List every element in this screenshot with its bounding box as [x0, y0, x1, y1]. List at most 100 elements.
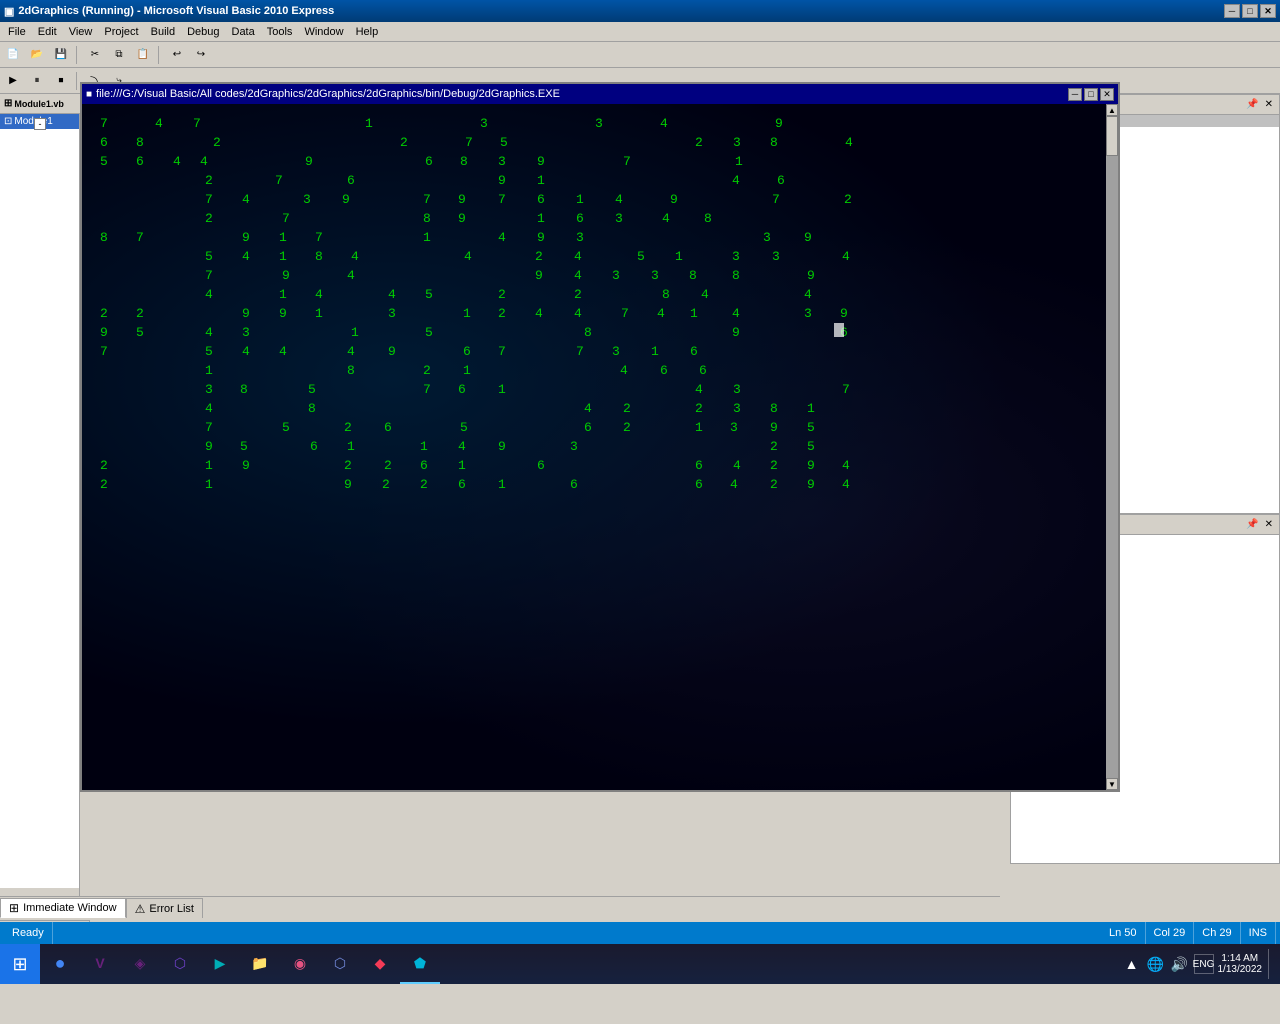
tb-copy[interactable]: ⧉: [108, 45, 130, 65]
taskbar-app8[interactable]: ◆: [360, 944, 400, 984]
number-cell: 8: [770, 401, 778, 416]
menu-debug[interactable]: Debug: [181, 24, 225, 40]
maximize-button[interactable]: □: [1242, 4, 1258, 18]
clock[interactable]: 1:14 AM 1/13/2022: [1218, 953, 1263, 975]
close-panel-bottom[interactable]: ✕: [1263, 519, 1275, 530]
number-cell: 1: [690, 306, 698, 321]
number-cell: 8: [460, 154, 468, 169]
tree-expand-button[interactable]: -: [34, 118, 46, 130]
taskbar-chrome[interactable]: ●: [40, 944, 80, 984]
number-cell: 9: [807, 268, 815, 283]
module-tab[interactable]: ⊞ Module1.vb: [0, 94, 80, 114]
status-ready: Ready: [4, 922, 53, 944]
tb-sep1: [76, 46, 80, 64]
number-cell: 7: [315, 230, 323, 245]
number-cell: 4: [315, 287, 323, 302]
tab-immediate-window[interactable]: ⊞ Immediate Window: [0, 898, 126, 918]
taskbar-vb-active[interactable]: ⬟: [400, 944, 440, 984]
close-button[interactable]: ✕: [1260, 4, 1276, 18]
number-cell: 6: [699, 363, 707, 378]
tb-save[interactable]: 💾: [50, 45, 72, 65]
menu-window[interactable]: Window: [298, 24, 349, 40]
number-cell: 9: [279, 306, 287, 321]
menu-project[interactable]: Project: [98, 24, 144, 40]
menu-file[interactable]: File: [2, 24, 32, 40]
number-cell: 2: [205, 173, 213, 188]
number-cell: 9: [670, 192, 678, 207]
console-scrollbar[interactable]: ▲ ▼: [1106, 104, 1118, 790]
number-cell: 3: [733, 135, 741, 150]
number-cell: 1: [498, 477, 506, 492]
number-cell: 6: [420, 458, 428, 473]
taskbar-player[interactable]: ▶: [200, 944, 240, 984]
tb-cut[interactable]: ✂: [84, 45, 106, 65]
app-icon: ▣: [4, 5, 14, 18]
taskbar-discord[interactable]: ⬡: [320, 944, 360, 984]
number-cell: 7: [623, 154, 631, 169]
network-icon[interactable]: 🌐: [1146, 954, 1166, 974]
console-icon: ■: [86, 89, 92, 100]
number-cell: 4: [574, 249, 582, 264]
scroll-down-arrow[interactable]: ▼: [1106, 778, 1118, 790]
sound-icon[interactable]: 🔊: [1170, 954, 1190, 974]
taskbar-vs[interactable]: ◈: [120, 944, 160, 984]
taskbar-vb[interactable]: V: [80, 944, 120, 984]
show-desktop[interactable]: [1268, 949, 1272, 979]
taskbar-github[interactable]: ⬡: [160, 944, 200, 984]
tb-redo[interactable]: ↪: [190, 45, 212, 65]
pin-button-top[interactable]: 📌: [1244, 99, 1260, 110]
tb-new[interactable]: 📄: [2, 45, 24, 65]
scroll-thumb[interactable]: [1106, 116, 1118, 156]
number-cell: 1: [695, 420, 703, 435]
number-cell: 4: [205, 287, 213, 302]
scroll-up-arrow[interactable]: ▲: [1106, 104, 1118, 116]
console-maximize[interactable]: □: [1084, 88, 1098, 101]
number-cell: 7: [205, 420, 213, 435]
code-area: ⊡ Module1: [0, 114, 79, 888]
tb-start[interactable]: ▶: [2, 71, 24, 91]
taskbar-folder[interactable]: 📁: [240, 944, 280, 984]
menu-bar: File Edit View Project Build Debug Data …: [0, 22, 1280, 42]
number-cell: 6: [690, 344, 698, 359]
number-cell: 9: [342, 192, 350, 207]
tb-stop[interactable]: ⏹: [50, 71, 72, 91]
status-ready-text: Ready: [12, 927, 44, 939]
tb-pause[interactable]: ⏸: [26, 71, 48, 91]
tb-paste[interactable]: 📋: [132, 45, 154, 65]
scroll-track[interactable]: [1106, 116, 1118, 778]
pin-button-bottom[interactable]: 📌: [1244, 519, 1260, 530]
number-cell: 4: [279, 344, 287, 359]
menu-help[interactable]: Help: [350, 24, 385, 40]
number-cell: 2: [574, 287, 582, 302]
number-cell: 7: [576, 344, 584, 359]
number-cell: 5: [100, 154, 108, 169]
console-minimize[interactable]: ─: [1068, 88, 1082, 101]
tb-undo[interactable]: ↩: [166, 45, 188, 65]
start-button[interactable]: ⊞: [0, 944, 40, 984]
taskbar-app6[interactable]: ◉: [280, 944, 320, 984]
number-cell: 2: [420, 477, 428, 492]
close-panel-top[interactable]: ✕: [1263, 99, 1275, 110]
number-cell: 8: [423, 211, 431, 226]
app6-icon: ◉: [288, 951, 312, 975]
console-close[interactable]: ✕: [1100, 88, 1114, 101]
github-icon: ⬡: [168, 951, 192, 975]
number-cell: 4: [662, 211, 670, 226]
status-ins: INS: [1241, 922, 1276, 944]
number-cell: 3: [595, 116, 603, 131]
status-col-text: Col 29: [1154, 927, 1186, 939]
menu-view[interactable]: View: [63, 24, 99, 40]
minimize-button[interactable]: ─: [1224, 4, 1240, 18]
menu-tools[interactable]: Tools: [261, 24, 299, 40]
system-tray-up[interactable]: ▲: [1122, 954, 1142, 974]
ime-icon[interactable]: ENG: [1194, 954, 1214, 974]
menu-build[interactable]: Build: [145, 24, 181, 40]
menu-edit[interactable]: Edit: [32, 24, 63, 40]
menu-data[interactable]: Data: [226, 24, 261, 40]
number-cell: 8: [347, 363, 355, 378]
tb-open[interactable]: 📂: [26, 45, 48, 65]
folder-icon: 📁: [248, 951, 272, 975]
number-cell: 6: [695, 458, 703, 473]
tab-error-list[interactable]: ⚠ Error List: [126, 898, 203, 918]
number-cell: 1: [315, 306, 323, 321]
